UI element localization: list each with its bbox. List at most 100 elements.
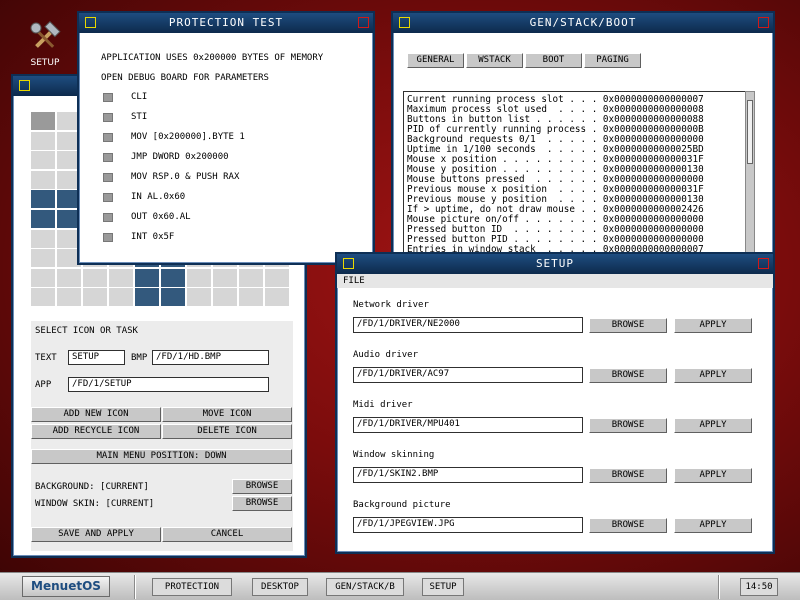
delete-icon-button[interactable]: DELETE ICON [162,424,292,439]
scrollbar[interactable] [745,91,755,257]
setup-apply-button[interactable]: APPLY [674,468,752,483]
icon-grid-cell[interactable] [31,210,56,229]
icon-grid-cell[interactable] [31,151,56,171]
setup-path-field[interactable]: /FD/1/SKIN2.BMP [353,467,583,483]
taskbar-item[interactable]: DESKTOP [252,578,308,596]
close-icon[interactable] [343,258,354,269]
icon-grid-cell[interactable] [239,288,264,308]
icon-grid-cell[interactable] [31,170,56,190]
setup-path-field[interactable]: /FD/1/DRIVER/NE2000 [353,317,583,333]
taskbar-item[interactable]: PROTECTION [152,578,232,596]
icon-grid-cell[interactable] [83,268,108,288]
setup-section-label: Network driver [353,300,429,310]
tab-wstack[interactable]: WSTACK [466,53,523,68]
setup-path-field[interactable]: /FD/1/DRIVER/AC97 [353,367,583,383]
setup-browse-button[interactable]: BROWSE [589,318,667,333]
test-label: JMP DWORD 0x200000 [131,152,229,162]
icon-grid-cell[interactable] [213,288,238,308]
protection-titlebar[interactable]: PROTECTION TEST [79,13,373,33]
app-field[interactable]: /FD/1/SETUP [68,377,269,392]
bmp-field[interactable]: /FD/1/HD.BMP [152,350,269,365]
tab-general[interactable]: GENERAL [407,53,464,68]
setup-browse-button[interactable]: BROWSE [589,518,667,533]
minimize-icon[interactable] [358,17,369,28]
icon-grid-cell[interactable] [83,288,108,308]
menuetos-logo-button[interactable]: MenuetOS [22,576,110,597]
icon-grid-cell[interactable] [213,268,238,288]
main-menu-position-button[interactable]: MAIN MENU POSITION: DOWN [31,449,292,464]
menu-file[interactable]: FILE [343,276,365,286]
setup-apply-button[interactable]: APPLY [674,418,752,433]
icon-grid-cell[interactable] [187,268,212,288]
text-field[interactable]: SETUP [68,350,125,365]
scrollbar-thumb[interactable] [747,100,753,164]
test-checkbox[interactable] [103,93,113,102]
icon-grid-cell[interactable] [265,288,290,308]
add-new-icon-button[interactable]: ADD NEW ICON [31,407,161,422]
setup-apply-button[interactable]: APPLY [674,368,752,383]
setup-menubar: FILE [337,274,773,288]
icon-grid-cell[interactable] [31,268,56,288]
app-label: APP [35,380,52,390]
taskbar-separator [718,575,720,599]
icon-grid-cell[interactable] [135,268,160,288]
bmp-label: BMP [131,353,148,363]
setup-apply-button[interactable]: APPLY [674,318,752,333]
icon-grid-cell[interactable] [31,288,56,308]
icon-grid-cell[interactable] [57,288,82,308]
setup-browse-button[interactable]: BROWSE [589,368,667,383]
setup-browse-button[interactable]: BROWSE [589,468,667,483]
icon-grid-cell[interactable] [109,268,134,288]
test-checkbox[interactable] [103,133,113,142]
test-checkbox[interactable] [103,193,113,202]
test-label: STI [131,112,148,122]
add-recycle-icon-button[interactable]: ADD RECYCLE ICON [31,424,161,439]
icon-grid-cell[interactable] [161,288,186,308]
close-icon[interactable] [85,17,96,28]
genstack-titlebar[interactable]: GEN/STACK/BOOT [393,13,773,33]
icon-grid-cell[interactable] [31,249,56,269]
icon-grid-cell[interactable] [265,268,290,288]
icon-grid-cell[interactable] [109,288,134,308]
genstack-window: GEN/STACK/BOOT GENERAL WSTACK BOOT PAGING C… [391,11,775,265]
taskbar-item[interactable]: SETUP [422,578,464,596]
test-checkbox[interactable] [103,173,113,182]
tab-paging[interactable]: PAGING [584,53,641,68]
tab-boot[interactable]: BOOT [525,53,582,68]
icon-grid-cell[interactable] [57,268,82,288]
setup-browse-button[interactable]: BROWSE [589,418,667,433]
move-icon-button[interactable]: MOVE ICON [162,407,292,422]
background-browse-button[interactable]: BROWSE [232,479,292,494]
cancel-button[interactable]: CANCEL [162,527,292,542]
test-checkbox[interactable] [103,213,113,222]
setup-path-field[interactable]: /FD/1/DRIVER/MPU401 [353,417,583,433]
icon-grid-cell[interactable] [187,288,212,308]
test-checkbox[interactable] [103,153,113,162]
setup-apply-button[interactable]: APPLY [674,518,752,533]
icon-grid-cell[interactable] [161,268,186,288]
setup-titlebar[interactable]: SETUP [337,254,773,274]
test-checkbox[interactable] [103,113,113,122]
setup-path-field[interactable]: /FD/1/JPEGVIEW.JPG [353,517,583,533]
taskbar-separator [134,575,136,599]
minimize-icon[interactable] [758,17,769,28]
close-icon[interactable] [19,80,30,91]
icon-grid-cell[interactable] [31,131,56,151]
test-checkbox[interactable] [103,233,113,242]
icon-grid-cell[interactable] [135,288,160,308]
skin-browse-button[interactable]: BROWSE [232,496,292,511]
icon-grid-cell[interactable] [31,112,56,131]
close-icon[interactable] [399,17,410,28]
taskbar: MenuetOS PROTECTION DESKTOP GEN/STACK/B SET… [0,572,800,600]
minimize-icon[interactable] [758,258,769,269]
icon-grid-cell[interactable] [239,268,264,288]
icon-grid-cell[interactable] [31,190,56,210]
text-label: TEXT [35,353,57,363]
test-label: OUT 0x60.AL [131,212,191,222]
tools-icon [30,21,61,48]
icon-settings-panel: SELECT ICON OR TASK TEXT SETUP BMP /FD/1… [31,321,293,551]
save-apply-button[interactable]: SAVE AND APPLY [31,527,161,542]
desktop-icon-setup[interactable]: SETUP [26,20,64,72]
icon-grid-cell[interactable] [31,229,56,249]
taskbar-item[interactable]: GEN/STACK/B [326,578,404,596]
